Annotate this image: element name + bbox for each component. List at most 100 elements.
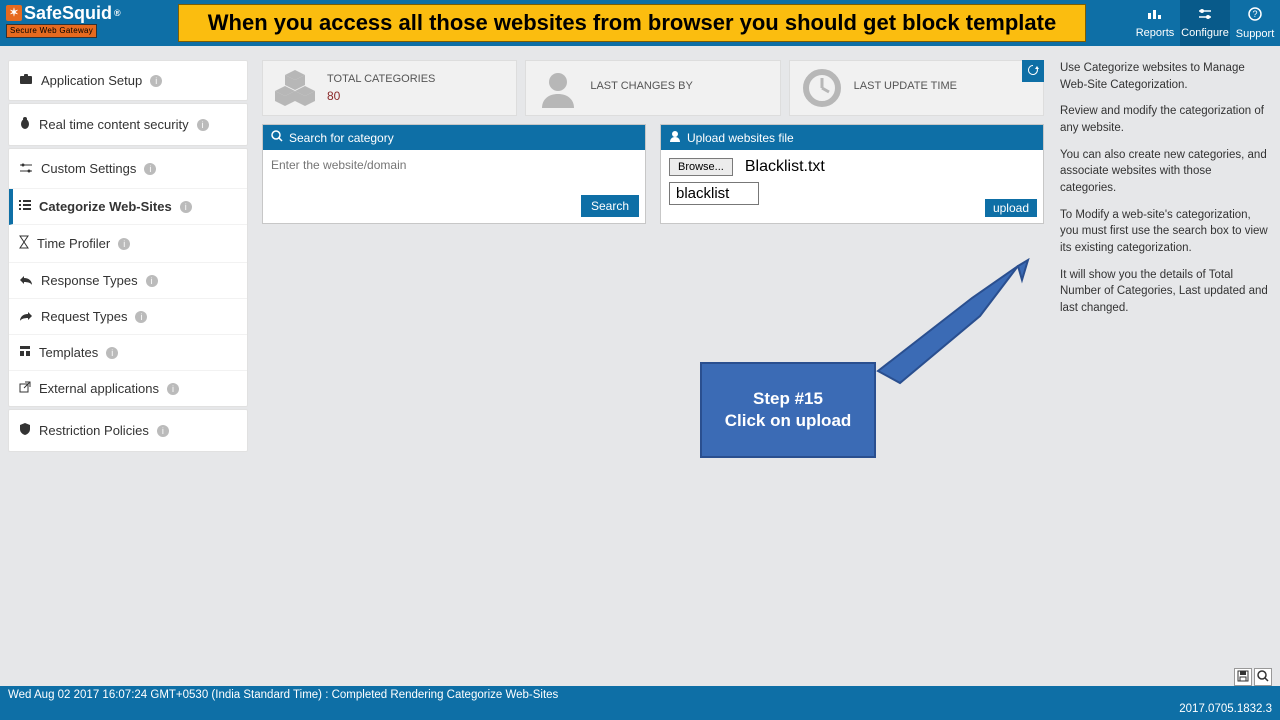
- sidebar-item-label: Categorize Web-Sites: [39, 199, 172, 214]
- panel-title: Upload websites file: [687, 131, 794, 145]
- chart-icon: [1147, 8, 1163, 25]
- sidebar-item-label: Time Profiler: [37, 236, 110, 251]
- info-icon: i: [144, 163, 156, 175]
- sidebar-label: Real time content security: [39, 117, 189, 132]
- sidebar-label: Custom Settings: [41, 161, 136, 176]
- help-text: To Modify a web-site's categorization, y…: [1060, 207, 1270, 257]
- info-icon: i: [106, 347, 118, 359]
- top-nav: Reports Configure ? Support: [1130, 0, 1280, 46]
- reply-icon: [19, 273, 33, 288]
- nav-configure[interactable]: Configure: [1180, 0, 1230, 46]
- logo-reg: ®: [114, 4, 121, 22]
- nav-support[interactable]: ? Support: [1230, 0, 1280, 46]
- nav-support-label: Support: [1236, 28, 1275, 40]
- hourglass-icon: [19, 235, 29, 252]
- sidebar-item-label: Templates: [39, 345, 98, 360]
- clock-icon: [800, 66, 844, 110]
- sidebar-custom-settings[interactable]: Custom Settings i: [9, 149, 247, 189]
- status-bar: Wed Aug 02 2017 16:07:24 GMT+0530 (India…: [0, 686, 1280, 720]
- info-icon: i: [146, 275, 158, 287]
- sidebar-item-response-types[interactable]: Response Types i: [9, 263, 247, 299]
- sidebar: Application Setup i Real time content se…: [0, 46, 248, 686]
- content-frame: Application Setup i Real time content se…: [0, 46, 1280, 686]
- category-name-input[interactable]: [669, 182, 759, 205]
- help-text: Use Categorize websites to Manage Web-Si…: [1060, 60, 1270, 93]
- browse-button[interactable]: Browse...: [669, 158, 733, 176]
- logo-mark-icon: ✶: [6, 5, 22, 21]
- save-button[interactable]: [1234, 668, 1252, 686]
- info-icon: i: [197, 119, 209, 131]
- sidebar-item-request-types[interactable]: Request Types i: [9, 299, 247, 335]
- info-icon: i: [135, 311, 147, 323]
- callout-line2: Click on upload: [725, 410, 852, 432]
- callout-line1: Step #15: [753, 388, 823, 410]
- panel-header: Upload websites file: [661, 125, 1043, 150]
- sidebar-application-setup[interactable]: Application Setup i: [9, 61, 247, 100]
- panel-title: Search for category: [289, 131, 394, 145]
- sidebar-item-categorize[interactable]: Categorize Web-Sites i: [9, 189, 247, 225]
- shield-icon: [19, 422, 31, 439]
- nav-configure-label: Configure: [1181, 27, 1229, 39]
- briefcase-icon: [19, 73, 33, 88]
- panel-header: Search for category: [263, 125, 645, 150]
- help-text: Review and modify the categorization of …: [1060, 103, 1270, 136]
- sidebar-item-templates[interactable]: Templates i: [9, 335, 247, 371]
- main-panel: TOTAL CATEGORIES 80 LAST CHANGES BY L: [248, 46, 1054, 686]
- svg-text:?: ?: [1252, 9, 1257, 19]
- upload-panel: Upload websites file Browse... Blacklist…: [660, 124, 1044, 224]
- list-icon: [19, 199, 31, 214]
- callout-step: Step #15 Click on upload: [700, 362, 876, 458]
- refresh-button[interactable]: [1022, 60, 1044, 82]
- zoom-button[interactable]: [1254, 668, 1272, 686]
- logo: ✶ SafeSquid ® Secure Web Gateway: [0, 0, 148, 46]
- bug-icon: [19, 116, 31, 133]
- top-bar: ✶ SafeSquid ® Secure Web Gateway When yo…: [0, 0, 1280, 46]
- help-text: You can also create new categories, and …: [1060, 147, 1270, 197]
- sidebar-label: Restriction Policies: [39, 423, 149, 438]
- sliders-icon: [1197, 8, 1213, 25]
- help-text: It will show you the details of Total Nu…: [1060, 267, 1270, 317]
- stat-last-update-time: LAST UPDATE TIME: [789, 60, 1044, 116]
- search-button[interactable]: Search: [581, 195, 639, 217]
- nav-reports[interactable]: Reports: [1130, 0, 1180, 46]
- cubes-icon: [273, 66, 317, 110]
- info-icon: i: [157, 425, 169, 437]
- status-text: Wed Aug 02 2017 16:07:24 GMT+0530 (India…: [8, 689, 558, 701]
- stat-label: TOTAL CATEGORIES: [327, 73, 435, 85]
- stats-row: TOTAL CATEGORIES 80 LAST CHANGES BY L: [262, 60, 1044, 116]
- stat-last-changes-by: LAST CHANGES BY: [525, 60, 780, 116]
- stat-label: LAST UPDATE TIME: [854, 80, 957, 92]
- user-upload-icon: [669, 130, 681, 145]
- external-icon: [19, 381, 31, 396]
- search-input[interactable]: [263, 150, 633, 180]
- save-icon: [1237, 670, 1249, 685]
- selected-filename: Blacklist.txt: [745, 158, 825, 176]
- sidebar-realtime[interactable]: Real time content security i: [9, 104, 247, 145]
- sidebar-item-external-apps[interactable]: External applications i: [9, 371, 247, 406]
- version-text: 2017.0705.1832.3: [1179, 703, 1272, 715]
- sidebar-restriction-policies[interactable]: Restriction Policies i: [9, 410, 247, 451]
- question-icon: ?: [1248, 7, 1262, 26]
- info-icon: i: [167, 383, 179, 395]
- stat-total-categories: TOTAL CATEGORIES 80: [262, 60, 517, 116]
- forward-icon: [19, 309, 33, 324]
- user-icon: [536, 66, 580, 110]
- search-panel: Search for category Search: [262, 124, 646, 224]
- instruction-banner: When you access all those websites from …: [178, 4, 1086, 42]
- sidebar-item-label: Request Types: [41, 309, 127, 324]
- upload-button[interactable]: upload: [985, 199, 1037, 217]
- info-icon: i: [150, 75, 162, 87]
- template-icon: [19, 345, 31, 360]
- info-icon: i: [118, 238, 130, 250]
- sidebar-label: Application Setup: [41, 73, 142, 88]
- info-icon: i: [180, 201, 192, 213]
- help-sidebar: Use Categorize websites to Manage Web-Si…: [1054, 46, 1280, 686]
- sidebar-item-label: Response Types: [41, 273, 138, 288]
- logo-tagline: Secure Web Gateway: [6, 24, 97, 38]
- zoom-icon: [1257, 670, 1269, 685]
- nav-reports-label: Reports: [1136, 27, 1175, 39]
- sidebar-item-time-profiler[interactable]: Time Profiler i: [9, 225, 247, 263]
- logo-text: SafeSquid: [24, 4, 112, 22]
- banner-wrap: When you access all those websites from …: [148, 0, 1086, 46]
- panels-row: Search for category Search Upload websit…: [262, 124, 1044, 224]
